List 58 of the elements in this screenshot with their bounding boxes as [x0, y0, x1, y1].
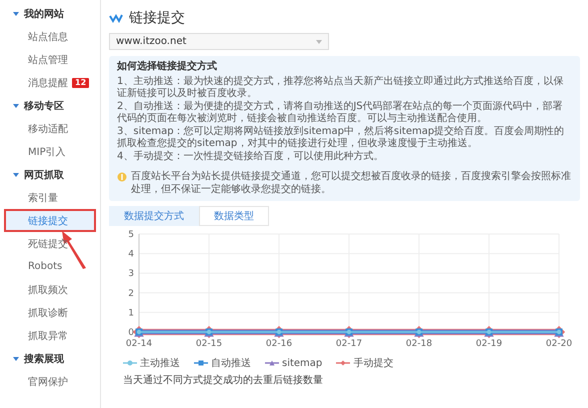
info-paragraph: 3、sitemap：您可以定期将网站链接放到sitemap中，然后将sitemap提交给百度。百度会周期性的抓取检查您提交的sitemap，对其中的链接进行处理，但收录速度慢于主动推送。	[117, 126, 566, 150]
tab[interactable]: 数据类型	[199, 206, 269, 226]
sidebar-group-header[interactable]: 移动专区	[0, 94, 100, 117]
axis-tick-label: 02-17	[336, 339, 362, 349]
caret-icon	[13, 172, 19, 178]
page-title: 链接提交	[129, 9, 185, 27]
axis-tick-label: 02-14	[126, 339, 152, 349]
axis-tick-label: 1	[128, 308, 134, 318]
sidebar-item[interactable]: 官网保护	[0, 370, 68, 393]
chart-caption: 当天通过不同方式提交成功的去重后链接数量	[122, 374, 324, 387]
info-paragraph: 1、主动推送：最为快速的提交方式，推荐您将站点当天新产出链接立即通过此方式推送给百度，以保证新链接可以及时被百度收录。	[117, 76, 564, 100]
axis-tick-label: 02-20	[546, 339, 572, 349]
axis-tick-label: 5	[128, 230, 134, 240]
legend-marker-icon	[265, 360, 279, 366]
annotation-arrow	[60, 229, 88, 269]
axis-tick-label: 0	[128, 328, 134, 338]
sidebar-item[interactable]: 索引量	[0, 186, 58, 209]
legend-label: 自动推送	[211, 357, 251, 370]
caret-icon	[13, 102, 19, 108]
legend-label: 手动提交	[353, 356, 394, 370]
info-icon	[117, 172, 127, 182]
sidebar-group-header[interactable]: 搜索展现	[0, 347, 100, 370]
sidebar-item[interactable]: 抓取诊断	[0, 301, 68, 324]
info-note: 百度站长平台为站长提供链接提交通道，您可以提交想被百度收录的链接，百度搜索引擎会按照标准处理，但不保证一定能够收录您提交的链接。	[131, 171, 572, 196]
sidebar-group-header[interactable]: 网页抓取	[0, 163, 100, 186]
sidebar-item[interactable]: 站点管理	[0, 48, 68, 71]
sidebar-item[interactable]: Robots	[0, 255, 62, 278]
sidebar-item[interactable]: 死链提交	[0, 232, 68, 255]
wave-icon	[109, 13, 123, 23]
sidebar-item[interactable]: 站点信息	[0, 25, 68, 48]
axis-tick-label: 3	[128, 269, 134, 280]
sidebar-item[interactable]: 移动适配	[0, 117, 68, 140]
sidebar-item[interactable]: 抓取频次	[0, 278, 68, 301]
axis-tick-label: 02-15	[196, 339, 222, 349]
legend-marker-icon	[336, 360, 350, 366]
tab[interactable]: 数据提交方式	[109, 206, 199, 226]
count-badge: 12	[72, 78, 90, 88]
info-paragraph: 4、手动提交：一次性提交链接给百度，可以使用此种方式。	[117, 150, 384, 163]
site-dropdown[interactable]: www.itzoo.net	[109, 33, 329, 50]
legend-marker-icon	[123, 360, 137, 366]
legend-marker-icon	[194, 360, 208, 366]
axis-tick-label: 02-19	[476, 339, 502, 349]
sidebar-item[interactable]: 链接提交	[4, 209, 96, 232]
sidebar-group-header[interactable]: 我的网站	[0, 2, 100, 25]
axis-tick-label: 2	[128, 288, 134, 299]
info-paragraph: 2、自动推送：最为便捷的提交方式，请将自动推送的JS代码部署在站点的每一个页面源代码中，部署代码的页面在每次被浏览时，链接会被自动推送给百度。可以与主动推送配合使用。	[117, 100, 564, 126]
axis-tick-label: 02-18	[406, 339, 432, 349]
info-title: 如何选择链接提交方式	[117, 61, 218, 74]
caret-icon	[316, 40, 322, 44]
sidebar-item[interactable]: 消息提醒 12	[0, 71, 90, 94]
caret-icon	[13, 10, 19, 16]
legend-label: sitemap	[282, 358, 322, 368]
sidebar-item[interactable]: MIP引入	[0, 140, 66, 163]
axis-tick-label: 02-16	[266, 339, 292, 349]
legend-label: 主动推送	[140, 356, 180, 370]
sidebar-item[interactable]: 抓取异常	[0, 324, 68, 347]
axis-tick-label: 4	[128, 250, 134, 260]
caret-icon	[13, 356, 19, 362]
